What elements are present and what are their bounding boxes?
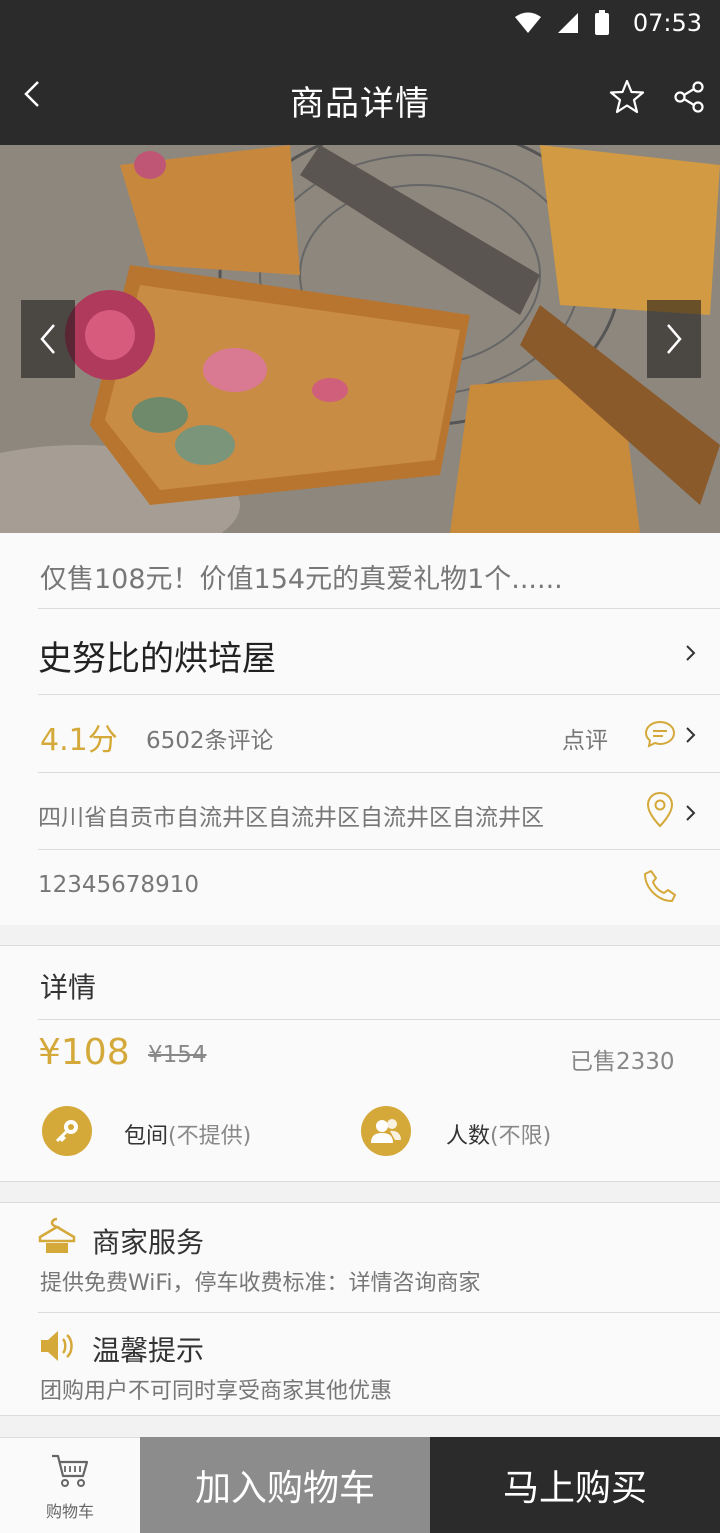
merchant-service-desc: 提供免费WiFi，停车收费标准：详情咨询商家 [40,1271,481,1296]
shop-name: 史努比的烘培屋 [38,639,276,679]
shop-row[interactable]: 史努比的烘培屋 [38,609,720,695]
rating-score: 4.1分 [40,723,118,758]
chevron-left-icon [40,324,55,354]
merchant-service: 商家服务 提供免费WiFi，停车收费标准：详情咨询商家 [38,1203,720,1313]
people-icon [361,1106,411,1156]
chevron-right-icon [686,645,696,661]
promo-text: 仅售108元！价值154元的真爱礼物1个...... [40,564,563,595]
cart-tab[interactable]: 购物车 [0,1437,140,1533]
carousel-next-button[interactable] [647,300,701,378]
status-time: 07:53 [632,9,702,37]
location-pin-icon [646,791,674,828]
wifi-icon [515,12,541,33]
chevron-right-icon [667,324,682,354]
chevron-right-icon [686,727,696,743]
room-feature: 包间(不提供) [124,1124,252,1149]
signal-icon [558,13,578,33]
address-text: 四川省自贡市自流井区自流井区自流井区自流井区 [38,805,544,831]
nav-bar: 商品详情 [0,50,720,145]
price: ¥108 [38,1032,130,1073]
buy-now-button[interactable]: 马上购买 [430,1437,720,1533]
star-icon[interactable] [608,78,646,116]
address-row[interactable]: 四川省自贡市自流井区自流井区自流井区自流井区 [38,773,720,850]
bottom-action-bar: 购物车 加入购物车 马上购买 [0,1437,720,1533]
detail-header: 详情 [38,946,720,1020]
merchant-service-title: 商家服务 [92,1226,205,1259]
rating-row[interactable]: 4.1分 6502条评论 点评 [38,695,720,773]
chat-icon [644,720,676,748]
status-bar: 07:53 [0,0,720,50]
product-photo [0,145,720,533]
detail-heading: 详情 [40,971,97,1004]
cart-label: 购物车 [45,1502,94,1521]
tip-title: 温馨提示 [92,1334,205,1367]
review-count: 6502条评论 [146,728,274,754]
speaker-icon [41,1331,73,1361]
add-to-cart-button[interactable]: 加入购物车 [140,1437,430,1533]
chevron-right-icon [686,805,696,821]
service-section: 商家服务 提供免费WiFi，停车收费标准：详情咨询商家 温馨提示 团购用户不可同… [0,1202,720,1416]
original-price: ¥154 [148,1042,207,1068]
share-icon[interactable] [672,80,706,114]
people-feature: 人数(不限) [446,1124,552,1149]
phone-icon[interactable] [642,868,678,904]
sold-count: 已售2330 [570,1049,675,1075]
tip: 温馨提示 团购用户不可同时享受商家其他优惠 [38,1313,720,1417]
detail-section: 详情 ¥108 ¥154 已售2330 包间(不提供) 人数(不限) [0,945,720,1182]
hanger-icon [38,1217,76,1253]
review-link[interactable]: 点评 [562,721,608,755]
tip-desc: 团购用户不可同时享受商家其他优惠 [40,1379,393,1404]
battery-icon [595,10,609,35]
promo-row: 仅售108元！价值154元的真爱礼物1个...... [38,533,720,609]
phone-row[interactable]: 12345678910 [38,850,720,925]
carousel-prev-button[interactable] [21,300,75,378]
product-image-carousel[interactable] [0,145,720,533]
key-icon [42,1106,92,1156]
phone-number: 12345678910 [38,872,199,898]
cart-icon [52,1454,89,1487]
product-info: 仅售108元！价值154元的真爱礼物1个...... 史努比的烘培屋 4.1分 … [0,533,720,925]
